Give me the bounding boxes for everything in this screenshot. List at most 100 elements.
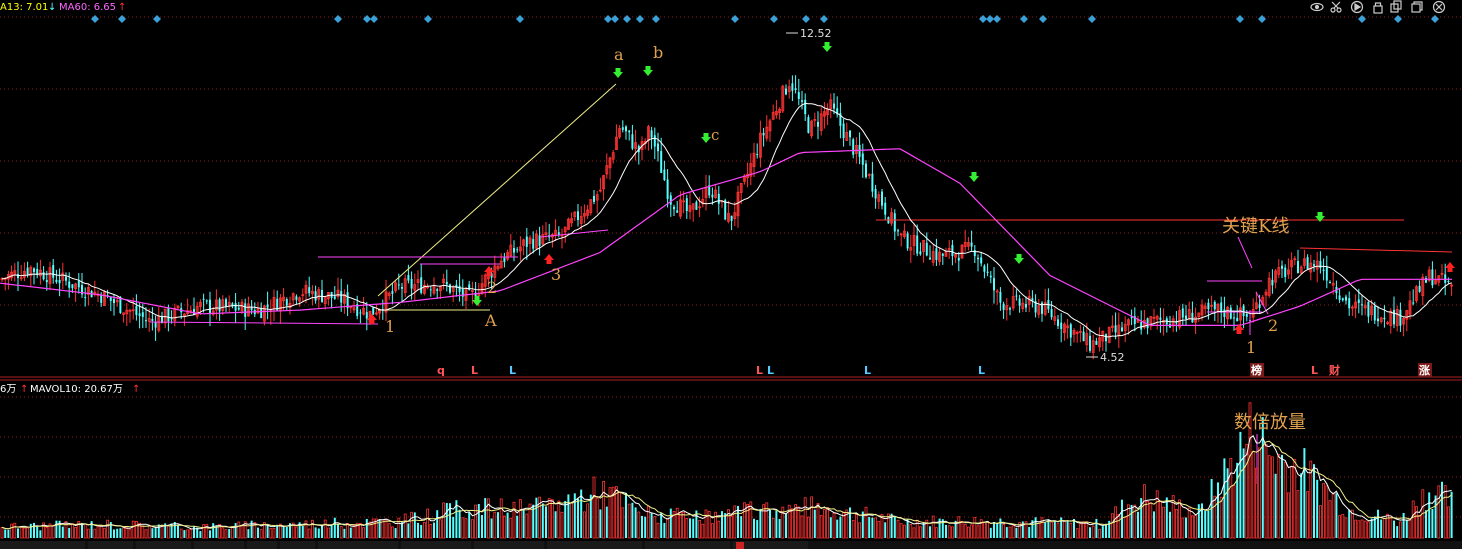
bottom-tab[interactable] bbox=[88, 541, 133, 549]
volume-bar-up bbox=[1149, 502, 1153, 539]
volume-bar-down bbox=[522, 508, 525, 538]
candle-body-down bbox=[295, 296, 298, 300]
candle-body-down bbox=[314, 291, 317, 301]
annotation-3: 3 bbox=[551, 265, 561, 284]
volume-bar-up bbox=[682, 511, 685, 539]
candle-body-down bbox=[785, 88, 787, 95]
candle-body-down bbox=[205, 300, 208, 302]
lock-icon[interactable] bbox=[1373, 2, 1383, 14]
volume-bar-up bbox=[1194, 515, 1197, 539]
candle-body-down bbox=[151, 318, 154, 321]
volume-bar-up bbox=[103, 528, 106, 539]
event-marker[interactable]: L bbox=[756, 364, 763, 377]
volume-bar-down bbox=[769, 509, 771, 538]
diamond-signal bbox=[731, 15, 739, 23]
event-marker[interactable]: 涨 bbox=[1419, 363, 1430, 377]
bottom-tab[interactable] bbox=[247, 541, 277, 549]
volume-bar-down bbox=[116, 528, 119, 538]
candle-body-down bbox=[653, 135, 656, 147]
event-marker[interactable]: L bbox=[509, 364, 516, 377]
volume-bar-up bbox=[896, 519, 900, 539]
scissors-icon[interactable] bbox=[1330, 1, 1342, 13]
volume-bar-up bbox=[1091, 525, 1095, 539]
candle-body-down bbox=[17, 274, 19, 279]
diamond-signal bbox=[334, 15, 342, 23]
candle-body-down bbox=[1399, 309, 1402, 326]
candle-body-down bbox=[685, 198, 688, 211]
volume-bar-up bbox=[362, 527, 366, 539]
settings-icon[interactable] bbox=[1350, 0, 1364, 14]
volume-bar-up bbox=[438, 519, 442, 539]
volume-bar-up bbox=[967, 526, 970, 539]
bottom-tab[interactable] bbox=[136, 541, 191, 549]
volume-bar-down bbox=[1223, 458, 1226, 538]
bottom-tab[interactable] bbox=[645, 541, 730, 549]
bottom-tab[interactable] bbox=[194, 541, 244, 549]
candle-body-down bbox=[410, 278, 413, 289]
volume-bar-up bbox=[426, 508, 430, 539]
candle-body-down bbox=[925, 242, 928, 256]
volume-bar-up bbox=[1255, 467, 1258, 539]
bottom-tab[interactable] bbox=[0, 541, 85, 549]
volume-bar-up bbox=[963, 523, 967, 539]
volume-bar-down bbox=[1434, 495, 1437, 538]
candle-body-down bbox=[1089, 335, 1091, 351]
candle-body-down bbox=[55, 279, 58, 283]
event-marker[interactable]: 榜 bbox=[1251, 363, 1262, 377]
copy-icon[interactable] bbox=[1390, 0, 1402, 13]
volume-bar-up bbox=[410, 511, 414, 539]
bottom-tab[interactable] bbox=[547, 541, 642, 549]
sell-arrow-icon bbox=[822, 42, 832, 52]
candle-body-down bbox=[365, 312, 368, 319]
candle-body-down bbox=[58, 279, 61, 284]
candle-body-down bbox=[145, 320, 147, 322]
bottom-tab[interactable] bbox=[733, 541, 808, 549]
volume-bar-up bbox=[951, 526, 954, 539]
event-marker[interactable]: q bbox=[437, 364, 445, 377]
event-marker[interactable]: L bbox=[471, 364, 478, 377]
volume-bar-up bbox=[826, 507, 829, 539]
eye-icon[interactable] bbox=[1310, 2, 1324, 12]
volume-bar-down bbox=[157, 524, 160, 538]
volume-bar-up bbox=[976, 525, 980, 539]
bottom-tab[interactable] bbox=[318, 541, 398, 549]
diamond-signal bbox=[1394, 15, 1402, 23]
volume-bar-down bbox=[1005, 527, 1008, 538]
volume-bar-down bbox=[468, 512, 471, 538]
event-marker[interactable]: L bbox=[864, 364, 871, 377]
candle-body-down bbox=[225, 299, 227, 307]
volume-bar-up bbox=[22, 527, 26, 539]
volume-bar-up bbox=[74, 527, 77, 539]
candle-body-down bbox=[1271, 279, 1274, 286]
volume-bar-up bbox=[1360, 519, 1364, 539]
volume-bar-up bbox=[1143, 484, 1146, 539]
event-marker[interactable]: L bbox=[978, 364, 985, 377]
volume-bar-down bbox=[663, 522, 666, 538]
bottom-tab[interactable] bbox=[280, 541, 315, 549]
candle-body-down bbox=[804, 99, 807, 115]
candle-body-down bbox=[657, 143, 659, 152]
candle-body-down bbox=[65, 276, 67, 281]
candle-body-down bbox=[1159, 317, 1162, 320]
candle-body-down bbox=[893, 213, 896, 232]
candle-body-down bbox=[970, 242, 973, 247]
volume-bar-down bbox=[1185, 517, 1187, 538]
event-marker[interactable]: L bbox=[1311, 364, 1318, 377]
volume-bar-up bbox=[666, 518, 669, 539]
kline-chart[interactable]: A13: 7.01 ↓ MA60: 6.65 ↑ 12.52 4.52 a b … bbox=[0, 0, 1462, 549]
volume-bar-up bbox=[230, 526, 234, 539]
event-marker[interactable]: L bbox=[767, 364, 774, 377]
volume-bar-down bbox=[337, 523, 339, 538]
volume-bar-up bbox=[1399, 521, 1402, 539]
event-marker[interactable]: 财 bbox=[1328, 363, 1340, 377]
bottom-tab[interactable] bbox=[474, 541, 544, 549]
restore-icon[interactable] bbox=[1411, 1, 1423, 13]
volume-bar-up bbox=[96, 525, 100, 539]
candle-body-down bbox=[817, 121, 819, 127]
volume-bar-down bbox=[868, 517, 871, 538]
volume-bar-up bbox=[19, 526, 23, 539]
diamond-signal bbox=[1258, 15, 1266, 23]
bottom-tab[interactable] bbox=[401, 541, 471, 549]
candle-body-down bbox=[359, 312, 362, 314]
close-icon[interactable] bbox=[1432, 0, 1446, 14]
